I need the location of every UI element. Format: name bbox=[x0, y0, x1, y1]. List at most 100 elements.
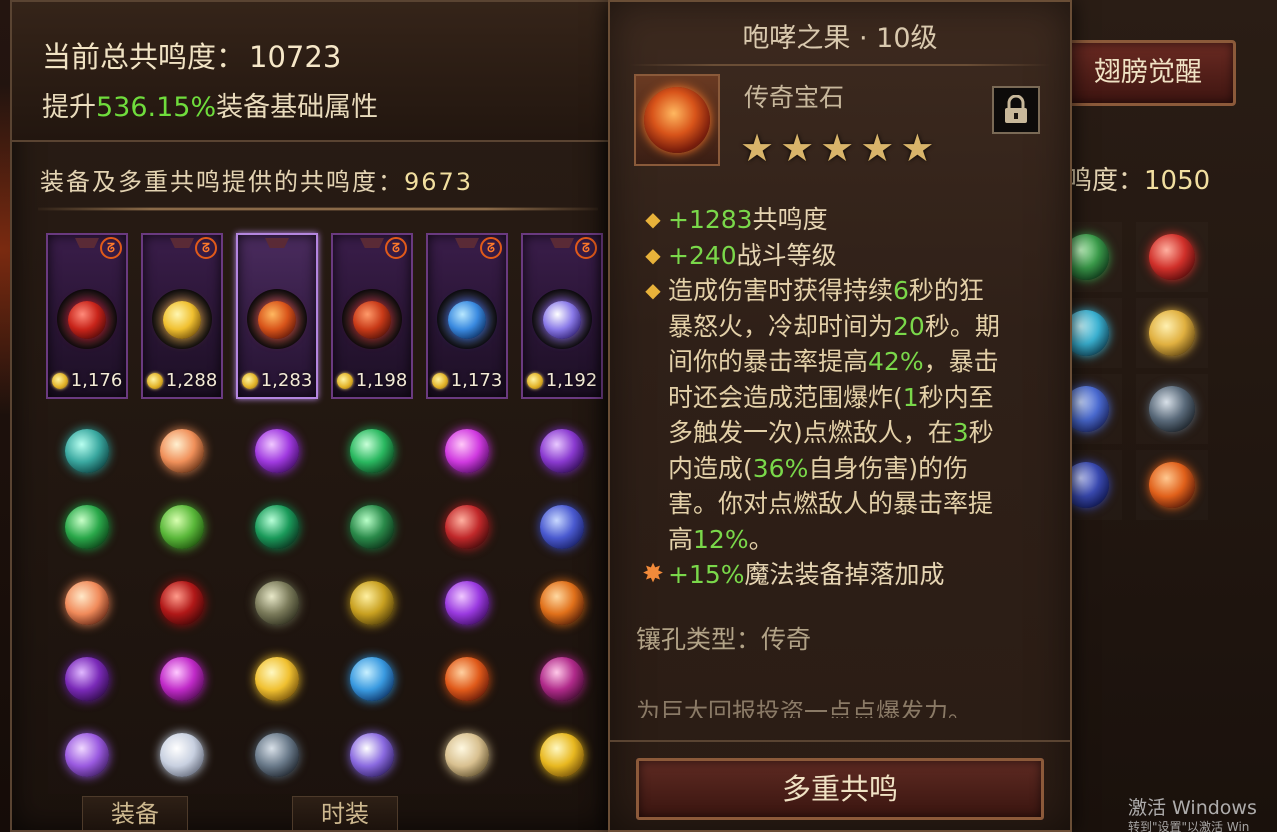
inventory-gem-slot[interactable] bbox=[426, 566, 508, 640]
legendary-emblem-icon: ᘔ bbox=[195, 237, 217, 259]
inventory-gem-slot[interactable] bbox=[331, 718, 413, 792]
card-crest-icon bbox=[455, 238, 479, 248]
green-eye-gem-icon bbox=[65, 505, 109, 549]
inventory-gem-slot[interactable] bbox=[331, 642, 413, 716]
inventory-gem-slot[interactable] bbox=[236, 414, 318, 488]
violet-heart-gem-icon bbox=[540, 429, 584, 473]
wing-gem-slot[interactable] bbox=[1136, 374, 1208, 444]
inventory-gem-slot[interactable] bbox=[426, 490, 508, 564]
effect-line: 造成伤害时获得持续6秒的狂 bbox=[668, 273, 1000, 309]
socket-type: 镶孔类型：传奇 bbox=[636, 625, 812, 654]
golden-vine-gem-icon bbox=[350, 581, 394, 625]
inventory-gem-slot[interactable] bbox=[141, 566, 223, 640]
inventory-gem-slot[interactable] bbox=[521, 414, 603, 488]
bonus-value: +15% bbox=[668, 560, 745, 589]
legendary-emblem-icon: ᘔ bbox=[385, 237, 407, 259]
inventory-gem-slot[interactable] bbox=[236, 566, 318, 640]
bonus-stat-line: ✸ +15% 魔法装备掉落加成 bbox=[638, 557, 1048, 593]
effect-number: 20 bbox=[893, 311, 925, 341]
equipped-gem-card[interactable]: ᘔ 1,198 bbox=[331, 233, 413, 399]
gem-portrait bbox=[634, 74, 720, 166]
inventory-gem-slot[interactable] bbox=[521, 642, 603, 716]
total-resonance-value: 10723 bbox=[249, 40, 342, 74]
equipped-gem-card[interactable]: ᘔ 1,192 bbox=[521, 233, 603, 399]
effect-text: 多触发一次)点燃敌人，在 bbox=[668, 418, 953, 447]
resonance-summary: 当前总共鸣度： 10723 提升536.15%装备基础属性 bbox=[12, 2, 608, 142]
tab-equipment[interactable]: 装备 bbox=[82, 796, 188, 830]
inventory-gem-slot[interactable] bbox=[46, 642, 128, 716]
amber-orb-gem-icon bbox=[160, 429, 204, 473]
magenta-pearl-gem-icon bbox=[160, 657, 204, 701]
card-resonance-value: 1,283 bbox=[260, 370, 313, 391]
card-resonance: 1,176 bbox=[48, 370, 126, 391]
emerald-shard-gem-icon bbox=[350, 429, 394, 473]
inventory-gem-slot[interactable] bbox=[46, 718, 128, 792]
inventory-gem-slot[interactable] bbox=[331, 566, 413, 640]
sapphire-crest-gem-icon bbox=[540, 505, 584, 549]
equipment-resonance-value: 9673 bbox=[404, 168, 474, 196]
amethyst-heart-gem-icon bbox=[445, 581, 489, 625]
gem-type: 传奇宝石 bbox=[744, 83, 845, 112]
fire-fruit-gem-icon bbox=[1149, 462, 1195, 508]
slate-orb-gem-icon bbox=[1149, 386, 1195, 432]
inventory-gem-slot[interactable] bbox=[46, 566, 128, 640]
wing-gem-slot[interactable] bbox=[1136, 450, 1208, 520]
equipped-gem-card[interactable]: ᘔ 1,288 bbox=[141, 233, 223, 399]
inventory-gem-slot[interactable] bbox=[141, 642, 223, 716]
inventory-gem-slot[interactable] bbox=[46, 490, 128, 564]
effect-number: 42% bbox=[868, 347, 924, 376]
boost-suffix: 装备基础属性 bbox=[216, 92, 379, 123]
inventory-gem-slot[interactable] bbox=[426, 718, 508, 792]
effect-text: 秒内至 bbox=[918, 382, 994, 412]
effect-number: 3 bbox=[952, 418, 969, 447]
section-divider bbox=[38, 207, 598, 211]
effect-text: 。 bbox=[748, 524, 774, 554]
jade-orb-gem-icon bbox=[255, 505, 299, 549]
inventory-gem-slot[interactable] bbox=[141, 718, 223, 792]
windows-activation-hint: 转到"设置"以激活 Win bbox=[1128, 820, 1250, 832]
inventory-gem-slot[interactable] bbox=[141, 490, 223, 564]
footer-divider bbox=[610, 740, 1070, 742]
boost-prefix: 提升 bbox=[42, 92, 96, 123]
emerald-crest-gem-icon bbox=[350, 505, 394, 549]
inventory-gem-slot[interactable] bbox=[236, 490, 318, 564]
bonus-label: 魔法装备掉落加成 bbox=[744, 560, 945, 589]
inventory-gem-slot[interactable] bbox=[331, 490, 413, 564]
card-resonance: 1,192 bbox=[523, 370, 601, 391]
inventory-gem-slot[interactable] bbox=[331, 414, 413, 488]
tab-fashion[interactable]: 时装 bbox=[292, 796, 398, 830]
resonance-coin-icon bbox=[241, 372, 258, 389]
wing-gem-slot[interactable] bbox=[1136, 222, 1208, 292]
effect-description: 造成伤害时获得持续6秒的狂 暴怒火，冷却时间为20秒。期 间你的暴击率提高42%，暴… bbox=[668, 273, 1000, 557]
multi-resonance-button[interactable]: 多重共鸣 bbox=[636, 758, 1044, 820]
flame-crest-gem-icon bbox=[540, 581, 584, 625]
inventory-gem-slot[interactable] bbox=[521, 490, 603, 564]
inventory-gem-slot[interactable] bbox=[426, 414, 508, 488]
wing-gem-slot[interactable] bbox=[1136, 298, 1208, 368]
effect-text: 自身伤害)的伤 bbox=[808, 453, 969, 483]
teal-orb-gem-icon bbox=[65, 429, 109, 473]
stat-value: +1283 bbox=[668, 205, 753, 234]
inventory-gem-slot[interactable] bbox=[236, 718, 318, 792]
golden-sun-gem-icon bbox=[163, 301, 201, 339]
effect-text: 造成伤害时获得持续 bbox=[668, 276, 894, 305]
equipped-gem-card[interactable]: 1,283 bbox=[236, 233, 318, 399]
violet-star-gem-icon bbox=[543, 301, 581, 339]
lilac-orb-gem-icon bbox=[65, 733, 109, 777]
inventory-gem-slot[interactable] bbox=[46, 414, 128, 488]
inventory-gem-slot[interactable] bbox=[521, 718, 603, 792]
title-divider bbox=[630, 64, 1050, 66]
lock-button[interactable] bbox=[992, 86, 1040, 134]
effect-line: 时还会造成范围爆炸(1秒内至 bbox=[668, 380, 1000, 416]
inventory-gem-slot[interactable] bbox=[236, 642, 318, 716]
inventory-gem-slot[interactable] bbox=[141, 414, 223, 488]
equipped-gem-card[interactable]: ᘔ 1,176 bbox=[46, 233, 128, 399]
inventory-gem-slot[interactable] bbox=[426, 642, 508, 716]
equipped-gem-card[interactable]: ᘔ 1,173 bbox=[426, 233, 508, 399]
gem-tooltip: 咆哮之果 · 10级 传奇宝石 ★ ★ ★ ★ ★ ◆ +1283 共鸣度 ◆ +240 战斗… bbox=[608, 0, 1072, 832]
dragon-eye-gem-icon bbox=[255, 581, 299, 625]
inventory-gem-slot[interactable] bbox=[521, 566, 603, 640]
effect-text: 秒 bbox=[968, 418, 994, 447]
effect-line: 暴怒火，冷却时间为20秒。期 bbox=[668, 309, 1000, 345]
wing-awaken-button[interactable]: 翅膀觉醒 bbox=[1060, 40, 1236, 106]
